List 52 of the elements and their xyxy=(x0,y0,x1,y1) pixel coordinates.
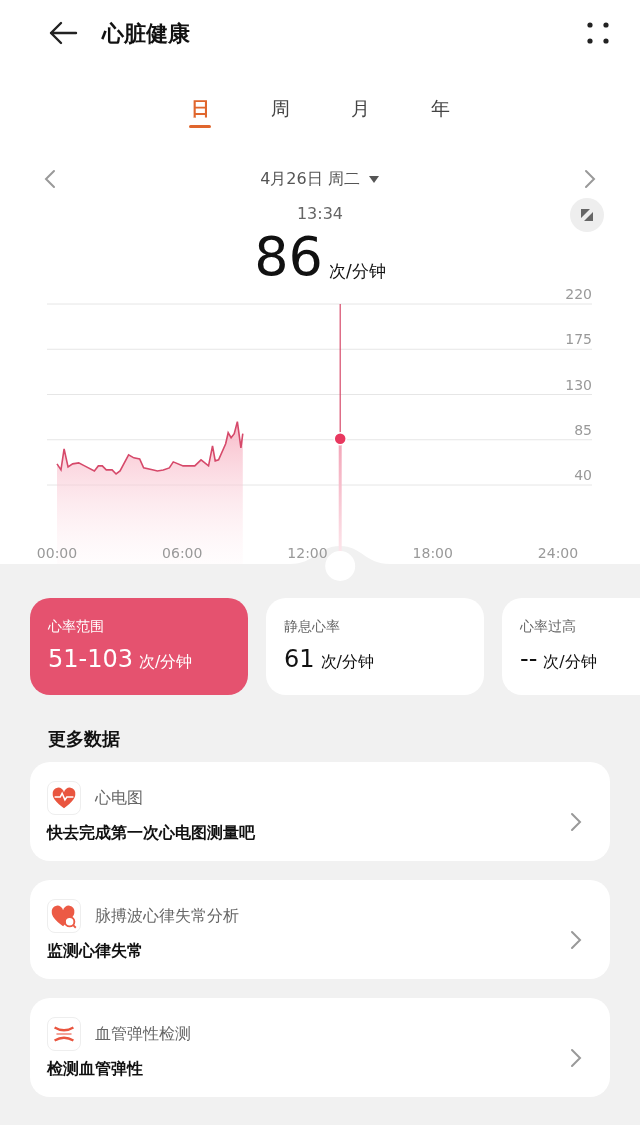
next-icon[interactable] xyxy=(584,169,596,189)
chevron-icon xyxy=(570,1047,582,1068)
feature-description: 快去完成第一次心电图测量吧 xyxy=(47,821,256,844)
stat-card[interactable]: 静息心率 61 次/分钟 xyxy=(266,598,484,695)
stat-label: 心率范围 xyxy=(48,617,105,636)
feature-title: 心电图 xyxy=(95,786,143,809)
feature-card[interactable]: 血管弹性检测 检测血管弹性 xyxy=(30,998,610,1097)
stat-value: 51-103 xyxy=(48,645,133,673)
heart-rate-unit: 次/分钟 xyxy=(329,259,386,283)
y-axis-label: 85 xyxy=(574,421,592,438)
feature-description: 监测心律失常 xyxy=(47,939,144,962)
stat-unit: 次/分钟 xyxy=(320,652,374,671)
y-axis-label: 220 xyxy=(565,286,592,302)
period-tab[interactable]: 月 xyxy=(320,86,400,130)
feature-title: 血管弹性检测 xyxy=(95,1022,191,1045)
period-tab[interactable]: 周 xyxy=(240,86,320,130)
date-dropdown[interactable]: 4月26日 周二 xyxy=(260,167,380,191)
x-axis-label: 06:00 xyxy=(162,545,203,561)
y-axis-label: 175 xyxy=(565,331,592,348)
feature-card[interactable]: 脉搏波心律失常分析 监测心律失常 xyxy=(30,880,610,979)
page-title: 心脏健康 xyxy=(102,19,190,48)
stat-value: 61 xyxy=(284,645,315,673)
chevron-icon xyxy=(570,929,582,950)
stat-unit: 次/分钟 xyxy=(543,652,597,671)
stat-card[interactable]: 心率过高 -- 次/分钟 xyxy=(502,598,640,695)
feature-description: 检测血管弹性 xyxy=(47,1057,144,1080)
x-axis-label: 12:00 xyxy=(287,545,328,561)
scrubber-handle[interactable] xyxy=(325,551,356,581)
stat-label: 静息心率 xyxy=(284,617,341,636)
more-icon[interactable] xyxy=(586,21,610,45)
y-axis-label: 130 xyxy=(565,376,592,393)
reading-time: 13:34 xyxy=(296,204,344,223)
y-axis-label: 40 xyxy=(574,467,592,483)
stat-unit: 次/分钟 xyxy=(139,652,193,671)
feature-card[interactable]: 心电图 快去完成第一次心电图测量吧 xyxy=(30,762,610,861)
expand-icon[interactable] xyxy=(570,198,604,232)
vessel-icon xyxy=(47,1016,81,1051)
x-axis-label: 24:00 xyxy=(537,545,579,561)
x-axis-label: 18:00 xyxy=(412,545,453,561)
stat-value: -- xyxy=(520,645,538,673)
stat-label: 心率过高 xyxy=(520,617,577,636)
previous-icon[interactable] xyxy=(44,169,56,189)
back-icon[interactable] xyxy=(48,21,78,45)
heart-search-icon xyxy=(47,898,81,933)
section-title: 更多数据 xyxy=(47,727,121,751)
feature-title: 脉搏波心律失常分析 xyxy=(95,904,239,927)
stat-card[interactable]: 心率范围 51-103 次/分钟 xyxy=(30,598,248,695)
heart-rate-value: 86 xyxy=(254,230,323,284)
x-axis-label: 00:00 xyxy=(36,545,78,561)
chevron-icon xyxy=(570,811,582,832)
period-tab[interactable]: 年 xyxy=(400,86,480,130)
caret-icon xyxy=(367,174,380,184)
